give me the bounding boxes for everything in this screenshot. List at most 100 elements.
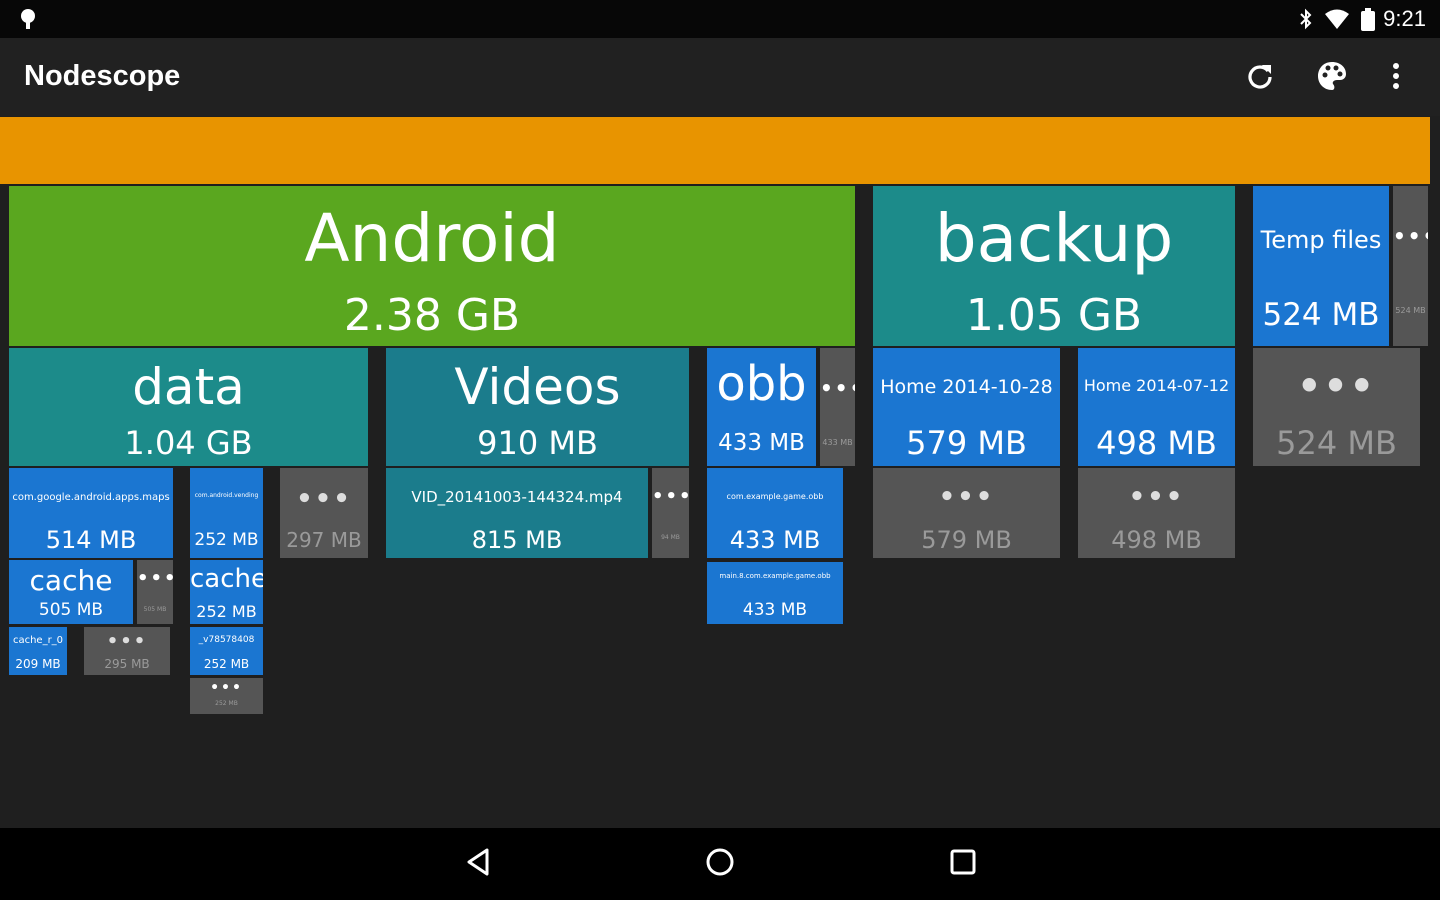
file-size: 433 MB: [742, 600, 808, 620]
refresh-icon: [1245, 61, 1275, 95]
folder-name: obb: [716, 356, 807, 412]
more-icon: •••: [296, 484, 352, 514]
folder-cache-2-sub[interactable]: _v78578408 252 MB: [190, 627, 263, 675]
file-obb[interactable]: main.8.com.example.game.obb 433 MB: [707, 562, 843, 624]
wifi-icon: [1324, 8, 1350, 34]
folder-size: 1.04 GB: [124, 424, 253, 462]
folder-cache-sub[interactable]: cache_r_0 209 MB: [9, 627, 67, 675]
app-bar: Nodescope: [0, 38, 1440, 116]
more-icon: •••: [1393, 224, 1428, 248]
folder-size: 524 MB: [1395, 306, 1426, 315]
folder-data[interactable]: data 1.04 GB: [9, 348, 368, 466]
recents-icon: [948, 847, 978, 881]
file-size: 815 MB: [471, 526, 563, 554]
obb-more-tile[interactable]: ••• 433 MB: [820, 348, 855, 466]
palette-icon: [1316, 60, 1348, 96]
home-button[interactable]: [700, 844, 740, 884]
data-more-tile[interactable]: ••• 297 MB: [280, 468, 368, 558]
home-icon: [704, 846, 736, 882]
folder-size: 252 MB: [215, 700, 238, 707]
back-icon: [463, 846, 493, 882]
folder-temp-files[interactable]: Temp files 524 MB: [1253, 186, 1389, 346]
overflow-menu-icon: [1392, 62, 1400, 94]
folder-name: com.google.android.apps.maps: [12, 492, 170, 503]
more-icon: •••: [1297, 364, 1376, 408]
folder-backup[interactable]: backup 1.05 GB: [873, 186, 1235, 346]
android-debug-icon: [18, 8, 38, 34]
folder-name: Home 2014-07-12: [1083, 376, 1230, 395]
folder-videos[interactable]: Videos 910 MB: [386, 348, 689, 466]
overflow-menu-button[interactable]: [1376, 58, 1416, 98]
folder-size: 433 MB: [729, 526, 821, 554]
navigation-bar: [0, 828, 1440, 900]
folder-size: 524 MB: [1276, 424, 1397, 462]
folder-size: 252 MB: [196, 602, 257, 621]
folder-size: 910 MB: [477, 424, 598, 462]
folder-name: cache_r_0: [12, 635, 64, 646]
folder-size: 505 MB: [143, 606, 167, 613]
more-icon: •••: [820, 376, 855, 400]
temp-more-tile[interactable]: ••• 524 MB: [1393, 186, 1428, 346]
folder-name: cache: [29, 564, 113, 597]
more-icon: •••: [210, 680, 243, 696]
recents-button[interactable]: [943, 844, 983, 884]
folder-name: Home 2014-10-28: [880, 376, 1053, 398]
folder-size: 498 MB: [1096, 424, 1217, 462]
battery-icon: [1360, 8, 1376, 36]
backup-more-tile[interactable]: ••• 524 MB: [1253, 348, 1420, 466]
folder-name: Videos: [454, 358, 621, 416]
more-icon: •••: [938, 482, 995, 512]
folder-obb-sub[interactable]: com.example.game.obb 433 MB: [707, 468, 843, 558]
folder-size: 94 MB: [661, 534, 680, 541]
folder-cache-1[interactable]: cache 505 MB: [9, 560, 133, 624]
more-icon: •••: [137, 568, 173, 589]
folder-name: backup: [934, 200, 1174, 277]
root-folder-bar[interactable]: [0, 117, 1430, 184]
folder-maps[interactable]: com.google.android.apps.maps 514 MB: [9, 468, 173, 558]
folder-size: 2.38 GB: [343, 290, 521, 341]
folder-home-2014-07-12[interactable]: Home 2014-07-12 498 MB: [1078, 348, 1235, 466]
videos-more-tile[interactable]: ••• 94 MB: [652, 468, 689, 558]
folder-home-2014-10-28[interactable]: Home 2014-10-28 579 MB: [873, 348, 1060, 466]
app-title: Nodescope: [24, 60, 181, 92]
folder-size: 514 MB: [45, 526, 137, 554]
folder-name: com.example.game.obb: [726, 492, 824, 501]
folder-size: 295 MB: [104, 657, 150, 671]
more-icon: •••: [1128, 482, 1185, 512]
cache-more-tile[interactable]: ••• 295 MB: [84, 627, 170, 675]
refresh-button[interactable]: [1240, 58, 1280, 98]
theme-palette-button[interactable]: [1312, 58, 1352, 98]
file-vid-mp4[interactable]: VID_20141003-144324.mp4 815 MB: [386, 468, 648, 558]
home1-more-tile[interactable]: ••• 579 MB: [873, 468, 1060, 558]
folder-size: 252 MB: [203, 657, 250, 671]
more-icon: •••: [106, 631, 148, 652]
more-icon: •••: [652, 486, 689, 507]
cache1-more-tile[interactable]: ••• 505 MB: [137, 560, 173, 624]
folder-size: 433 MB: [718, 430, 805, 456]
folder-name: cache: [190, 564, 263, 594]
bluetooth-icon: [1298, 8, 1314, 34]
file-name: main.8.com.example.game.obb: [719, 572, 831, 580]
folder-android[interactable]: Android 2.38 GB: [9, 186, 855, 346]
folder-name: _v78578408: [198, 635, 255, 645]
folder-size: 433 MB: [822, 438, 853, 447]
file-name: VID_20141003-144324.mp4: [411, 488, 623, 506]
back-button[interactable]: [458, 844, 498, 884]
folder-size: 209 MB: [15, 657, 61, 671]
folder-size: 1.05 GB: [965, 290, 1143, 341]
folder-name: data: [132, 358, 245, 416]
folder-size: 252 MB: [194, 530, 259, 550]
folder-obb[interactable]: obb 433 MB: [707, 348, 816, 466]
folder-name: Temp files: [1260, 226, 1382, 254]
folder-cache-2[interactable]: cache 252 MB: [190, 560, 263, 624]
folder-name: Android: [304, 200, 560, 277]
folder-name: com.android.vending: [194, 492, 259, 499]
status-time: 9:21: [1383, 6, 1426, 31]
folder-size: 297 MB: [286, 528, 362, 552]
folder-size: 579 MB: [921, 526, 1012, 554]
folder-size: 579 MB: [906, 424, 1027, 462]
folder-data-2[interactable]: com.android.vending 252 MB: [190, 468, 263, 558]
folder-size: 498 MB: [1111, 526, 1202, 554]
home2-more-tile[interactable]: ••• 498 MB: [1078, 468, 1235, 558]
cache2-more-tile[interactable]: ••• 252 MB: [190, 678, 263, 714]
